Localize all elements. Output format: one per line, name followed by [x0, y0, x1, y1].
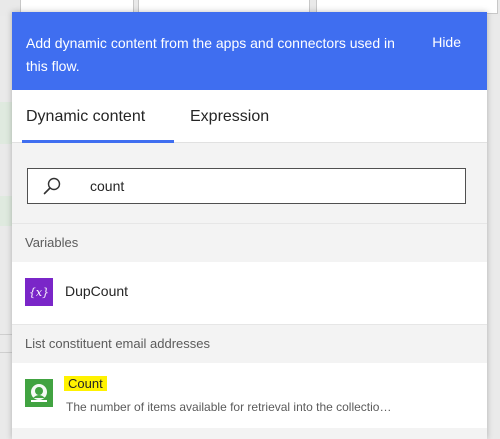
tab-dynamic-content[interactable]: Dynamic content [26, 108, 145, 126]
section-header-label: Variables [25, 235, 79, 250]
section-header-list-constituent: List constituent email addresses [12, 324, 487, 363]
search-icon [42, 176, 62, 196]
svg-text:{x}: {x} [29, 286, 49, 299]
search-input[interactable] [90, 175, 450, 197]
connector-icon [25, 379, 53, 407]
banner-message: Add dynamic content from the apps and co… [26, 35, 395, 74]
item-description: The number of items available for retrie… [66, 400, 392, 414]
dynamic-content-panel: Add dynamic content from the apps and co… [12, 12, 487, 439]
item-title: DupCount [65, 283, 129, 299]
list-bottom [12, 428, 487, 439]
item-title: Count [64, 376, 107, 391]
search-box[interactable] [27, 168, 466, 204]
variable-icon: {x} [25, 278, 53, 306]
search-area [12, 143, 487, 223]
background-right-edge [486, 16, 500, 439]
tab-expression[interactable]: Expression [190, 108, 269, 126]
section-header-variables: Variables [12, 223, 487, 262]
section-header-label: List constituent email addresses [25, 336, 210, 351]
info-banner: Add dynamic content from the apps and co… [12, 12, 487, 90]
hide-button[interactable]: Hide [432, 34, 461, 50]
list-item-count[interactable]: Count The number of items available for … [12, 363, 487, 428]
tab-bar: Dynamic content Expression [12, 90, 487, 143]
list-item-dupcount[interactable]: {x} DupCount [12, 262, 487, 324]
